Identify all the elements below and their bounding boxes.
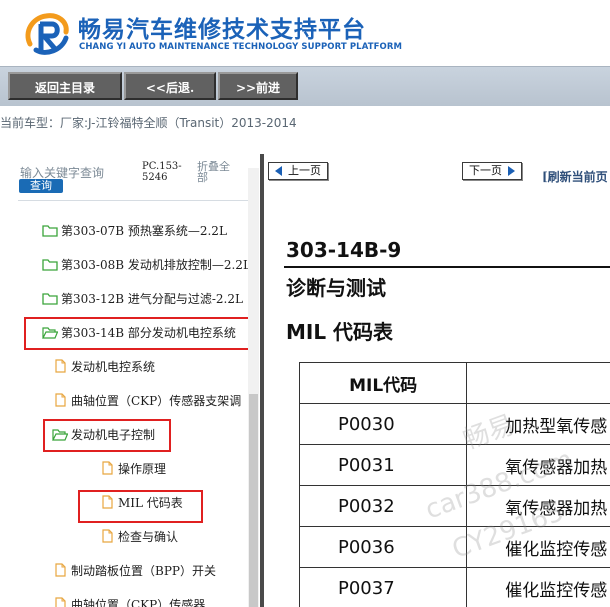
forward-button[interactable]: >>前进 (218, 72, 298, 100)
prev-page-button[interactable]: 上一页 (268, 162, 328, 180)
prev-page-label: 上一页 (288, 164, 321, 177)
arrow-left-icon (275, 166, 282, 176)
brand-subtitle: CHANG YI AUTO MAINTENANCE TECHNOLOGY SUP… (79, 42, 403, 52)
header-description (466, 362, 610, 404)
mil-desc-cell: 氧传感器加热 (466, 485, 610, 527)
table-row: P0032 氧传感器加热 (298, 485, 610, 527)
brand-title: 畅易汽车维修技术支持平台 (78, 17, 366, 43)
tree-item-label: 发动机电控系统 (71, 359, 156, 374)
tree-item-label: 第303-08B 发动机排放控制—2.2L (61, 257, 251, 272)
collapse-all-button[interactable]: 折叠全部 (197, 161, 239, 185)
highlight-box (24, 317, 251, 350)
search-button[interactable]: 查询 (19, 179, 63, 193)
mil-code-table: MIL代码 P0030 加热型氧传感 P0031 氧传感器加热 P0032 氧传… (298, 362, 610, 607)
highlight-box (43, 419, 171, 452)
tree-item-ckp-sensor[interactable]: 曲轴位置（CKP）传感器 (52, 593, 205, 607)
tree-item-label: 检查与确认 (118, 529, 179, 544)
mil-code-cell: P0037 (298, 567, 468, 607)
doc-table-title: MIL 代码表 (286, 320, 394, 344)
mil-desc-cell: 催化监控传感 (466, 526, 610, 568)
sidebar: 输入关键字查询 查询 PC.153-5246 折叠全部 第303-07B 预热塞… (0, 154, 262, 607)
tree-item-bpp-switch[interactable]: 制动踏板位置（BPP）开关 (52, 559, 216, 581)
scrollbar-thumb[interactable] (249, 394, 258, 607)
tree-item-label: 曲轴位置（CKP）传感器支架调 (71, 393, 242, 408)
tree-item-label: 制动踏板位置（BPP）开关 (71, 563, 216, 578)
document-icon (102, 461, 113, 475)
tree-divider (18, 200, 254, 201)
vehicle-label: 当前车型： (0, 116, 61, 130)
document-icon (55, 597, 66, 607)
header: 畅易汽车维修技术支持平台 CHANG YI AUTO MAINTENANCE T… (0, 0, 610, 66)
doc-section-title: 诊断与测试 (286, 276, 386, 300)
folder-icon (42, 259, 58, 271)
arrow-right-icon (508, 166, 515, 176)
table-row: P0036 催化监控传感 (298, 526, 610, 568)
mil-desc-cell: 加热型氧传感 (466, 403, 610, 445)
pc-code: PC.153-5246 (142, 161, 182, 183)
mil-desc-cell: 氧传感器加热 (466, 444, 610, 486)
tree-item-engine-control-system[interactable]: 发动机电控系统 (52, 355, 155, 377)
vehicle-info: 当前车型：厂家:J-江铃福特全顺（Transit）2013-2014 (0, 114, 297, 131)
header-mil-code: MIL代码 (298, 362, 468, 404)
mil-code-cell: P0032 (298, 485, 468, 527)
tree-item-303-12b[interactable]: 第303-12B 进气分配与过滤-2.2L (42, 287, 243, 309)
refresh-page-link[interactable]: [刷新当前页 (542, 168, 608, 185)
home-button[interactable]: 返回主目录 (8, 72, 122, 100)
tree-item-inspection[interactable]: 检查与确认 (99, 525, 178, 547)
mil-code-cell: P0031 (298, 444, 468, 486)
mil-code-cell: P0030 (298, 403, 468, 445)
highlight-box (78, 490, 203, 523)
mil-code-cell: P0036 (298, 526, 468, 568)
logo-icon (25, 13, 69, 55)
nav-bar: 返回主目录 <<后退. >>前进 (0, 66, 610, 106)
tree-item-label: 第303-07B 预热塞系统—2.2L (61, 223, 227, 238)
doc-rule (284, 266, 610, 268)
mil-desc-cell: 催化监控传感 (466, 567, 610, 607)
page: 畅易汽车维修技术支持平台 CHANG YI AUTO MAINTENANCE T… (0, 0, 610, 607)
tree-item-label: 第303-12B 进气分配与过滤-2.2L (61, 291, 243, 306)
next-page-button[interactable]: 下一页 (462, 162, 522, 180)
folder-icon (42, 225, 58, 237)
table-row: P0030 加热型氧传感 (298, 403, 610, 445)
table-header-row: MIL代码 (298, 362, 610, 404)
folder-icon (42, 293, 58, 305)
tree-item-ckp-bracket[interactable]: 曲轴位置（CKP）传感器支架调 (52, 389, 241, 411)
vehicle-bar: 当前车型：厂家:J-江铃福特全顺（Transit）2013-2014 (0, 106, 610, 154)
doc-code: 303-14B-9 (286, 238, 402, 262)
sidebar-scrollbar[interactable] (248, 168, 259, 607)
document-icon (102, 529, 113, 543)
tree-item-operation-principle[interactable]: 操作原理 (99, 457, 166, 479)
next-page-label: 下一页 (469, 164, 502, 177)
tree-item-303-07b[interactable]: 第303-07B 预热塞系统—2.2L (42, 219, 227, 241)
tree-item-303-08b[interactable]: 第303-08B 发动机排放控制—2.2L (42, 253, 251, 275)
table-row: P0031 氧传感器加热 (298, 444, 610, 486)
tree-item-label: 曲轴位置（CKP）传感器 (71, 597, 206, 607)
table-row: P0037 催化监控传感 (298, 567, 610, 607)
document-icon (55, 563, 66, 577)
document-icon (55, 359, 66, 373)
tree-item-label: 操作原理 (118, 461, 167, 476)
vehicle-value: 厂家:J-江铃福特全顺（Transit）2013-2014 (60, 116, 297, 130)
document-icon (55, 393, 66, 407)
content-panel: 上一页 下一页 [刷新当前页 303-14B-9 诊断与测试 MIL 代码表 M… (264, 154, 610, 607)
back-button[interactable]: <<后退. (124, 72, 216, 100)
